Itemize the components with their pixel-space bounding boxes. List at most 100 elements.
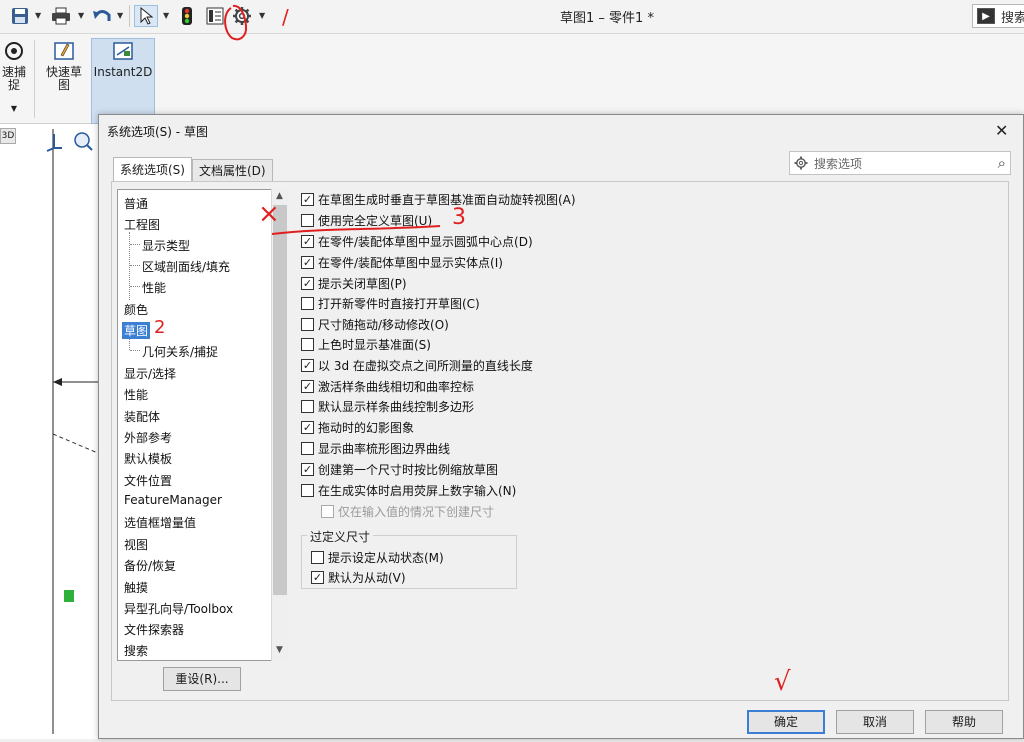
quick-sketch-label: 快速草 图 <box>45 65 82 92</box>
checkbox[interactable]: ✓ <box>301 235 314 248</box>
option-override-dims-on-drag[interactable]: 尺寸随拖动/移动修改(O) <box>301 316 449 333</box>
file-properties-icon <box>206 7 224 25</box>
traffic-light-icon <box>182 7 192 25</box>
option-use-fully-defined-sketches[interactable]: 使用完全定义草图(U) <box>301 212 432 229</box>
ok-button[interactable]: 确定 <box>747 710 825 734</box>
system-options-dialog: 系统选项(S) - 草图 ✕ 搜索选项 ⌕ 系统选项(S) 文档属性(D) 普通… <box>98 114 1024 739</box>
ribbon-separator <box>34 40 35 118</box>
option-label: 拖动时的幻影图象 <box>318 421 415 435</box>
checkbox[interactable] <box>301 318 314 331</box>
tree-item-display-style[interactable]: 显示类型 <box>142 237 190 254</box>
checkbox[interactable]: ✓ <box>301 256 314 269</box>
help-button[interactable]: 帮助 <box>925 710 1003 734</box>
heads-up-view-icons[interactable] <box>44 130 94 152</box>
checkbox[interactable] <box>321 505 334 518</box>
option-create-dim-only-with-value[interactable]: 仅在输入值的情况下创建尺寸 <box>321 503 494 520</box>
tree-item-performance[interactable]: 性能 <box>124 386 148 403</box>
option-scale-on-first-dimension[interactable]: ✓ 创建第一个尺寸时按比例缩放草图 <box>301 461 498 478</box>
tree-item-general[interactable]: 普通 <box>124 195 148 212</box>
tree-item-drawings[interactable]: 工程图 <box>124 216 160 233</box>
option-display-arc-centerpoints[interactable]: ✓ 在零件/装配体草图中显示圆弧中心点(D) <box>301 233 533 250</box>
checkbox[interactable] <box>301 214 314 227</box>
tree-item-display-selection[interactable]: 显示/选择 <box>124 365 176 382</box>
undo-dropdown-icon[interactable]: ▼ <box>117 11 123 20</box>
save-dropdown-icon[interactable]: ▼ <box>35 11 41 20</box>
tree-item-spin-box-increments[interactable]: 选值框增量值 <box>124 514 196 531</box>
instant2d-content[interactable]: Instant2D <box>92 40 154 79</box>
snap-target-icon <box>5 42 23 60</box>
checkbox[interactable]: ✓ <box>301 380 314 393</box>
select-button[interactable] <box>134 5 158 27</box>
options-button[interactable] <box>230 5 254 27</box>
save-button[interactable] <box>8 5 32 27</box>
checkbox[interactable] <box>311 551 324 564</box>
tree-scrollbar-thumb[interactable] <box>273 205 287 595</box>
tree-item-drawing-performance[interactable]: 性能 <box>142 279 166 296</box>
option-set-driven-by-default[interactable]: ✓ 默认为从动(V) <box>311 569 406 586</box>
print-button[interactable] <box>48 5 74 27</box>
checkbox[interactable] <box>301 338 314 351</box>
tree-item-touch[interactable]: 触摸 <box>124 579 148 596</box>
tab-system-options[interactable]: 系统选项(S) <box>113 157 192 181</box>
tree-item-search[interactable]: 搜索 <box>124 642 148 659</box>
checkbox[interactable]: ✓ <box>301 277 314 290</box>
options-search-input[interactable]: 搜索选项 ⌕ <box>789 151 1011 175</box>
group-title: 过定义尺寸 <box>307 528 374 545</box>
checkbox[interactable]: ✓ <box>311 571 324 584</box>
quick-snap-label: 速捕 捉 <box>1 65 26 92</box>
scroll-down-icon[interactable]: ▼ <box>276 645 283 655</box>
select-dropdown-icon[interactable]: ▼ <box>163 11 169 20</box>
print-dropdown-icon[interactable]: ▼ <box>78 11 84 20</box>
tree-item-assemblies[interactable]: 装配体 <box>124 408 160 425</box>
option-create-sketch-on-new-part[interactable]: 打开新零件时直接打开草图(C) <box>301 295 480 312</box>
tree-item-file-locations[interactable]: 文件位置 <box>124 472 172 489</box>
checkbox[interactable]: ✓ <box>301 359 314 372</box>
tree-item-colors[interactable]: 颜色 <box>124 301 148 318</box>
checkbox[interactable]: ✓ <box>301 421 314 434</box>
tree-item-file-explorer[interactable]: 文件探索器 <box>124 621 184 638</box>
tree-item-sketch[interactable]: 草图 <box>122 322 151 339</box>
option-spline-control-polygon[interactable]: 默认显示样条曲线控制多边形 <box>301 398 474 415</box>
tree-item-area-hatch[interactable]: 区域剖面线/填充 <box>142 258 230 275</box>
checkbox[interactable] <box>301 400 314 413</box>
option-prompt-driven-state[interactable]: 提示设定从动状态(M) <box>311 549 444 566</box>
option-line-length-virtual-sharps[interactable]: ✓ 以 3d 在虚拟交点之间所测量的直线长度 <box>301 357 533 374</box>
tab-document-properties[interactable]: 文档属性(D) <box>191 159 273 181</box>
graphics-area[interactable] <box>0 124 101 739</box>
checkbox[interactable]: ✓ <box>301 193 314 206</box>
option-spline-handles[interactable]: ✓ 激活样条曲线相切和曲率控标 <box>301 378 474 395</box>
checkbox[interactable]: ✓ <box>301 463 314 476</box>
option-prompt-close-sketch[interactable]: ✓ 提示关闭草图(P) <box>301 275 407 292</box>
option-display-entity-points[interactable]: ✓ 在零件/装配体草图中显示实体点(I) <box>301 254 503 271</box>
tree-item-relations-snaps[interactable]: 几何关系/捕捉 <box>142 343 218 360</box>
tree-item-backup-recover[interactable]: 备份/恢复 <box>124 557 176 574</box>
tree-connector <box>130 265 140 266</box>
tree-item-hole-wizard-toolbox[interactable]: 异型孔向导/Toolbox <box>124 600 233 617</box>
command-search[interactable]: ▶ 搜索 <box>972 4 1024 28</box>
view-3d-button[interactable]: 3D <box>0 128 16 144</box>
file-properties-button[interactable] <box>204 5 226 27</box>
cancel-button[interactable]: 取消 <box>836 710 914 734</box>
undo-button[interactable] <box>90 5 114 27</box>
option-curvature-comb-boundary[interactable]: 显示曲率梳形图边界曲线 <box>301 440 450 457</box>
checkbox[interactable] <box>301 297 314 310</box>
option-on-screen-numeric-input[interactable]: 在生成实体时启用荧屏上数字输入(N) <box>301 482 516 499</box>
tree-item-featuremanager[interactable]: FeatureManager <box>124 493 222 507</box>
reset-button[interactable]: 重设(R)... <box>163 667 241 691</box>
checkbox[interactable] <box>301 442 314 455</box>
tree-item-default-templates[interactable]: 默认模板 <box>124 450 172 467</box>
option-auto-rotate-view[interactable]: ✓ 在草图生成时垂直于草图基准面自动旋转视图(A) <box>301 191 576 208</box>
tree-item-view[interactable]: 视图 <box>124 536 148 553</box>
quick-sketch-button[interactable]: 快速草 图 <box>42 40 86 92</box>
quick-snap-button[interactable]: 速捕 捉 ▼ <box>0 40 32 115</box>
option-ghost-image-on-drag[interactable]: ✓ 拖动时的幻影图象 <box>301 419 414 436</box>
scroll-up-icon[interactable]: ▲ <box>276 191 283 201</box>
rebuild-button[interactable] <box>176 5 198 27</box>
close-icon[interactable]: ✕ <box>995 121 1008 140</box>
options-dropdown-icon[interactable]: ▼ <box>259 11 265 20</box>
tree-item-external-references[interactable]: 外部参考 <box>124 429 172 446</box>
option-display-plane-when-shaded[interactable]: 上色时显示基准面(S) <box>301 336 431 353</box>
search-icon[interactable]: ⌕ <box>998 154 1006 172</box>
checkbox[interactable] <box>301 484 314 497</box>
toolbar-separator <box>129 5 130 27</box>
